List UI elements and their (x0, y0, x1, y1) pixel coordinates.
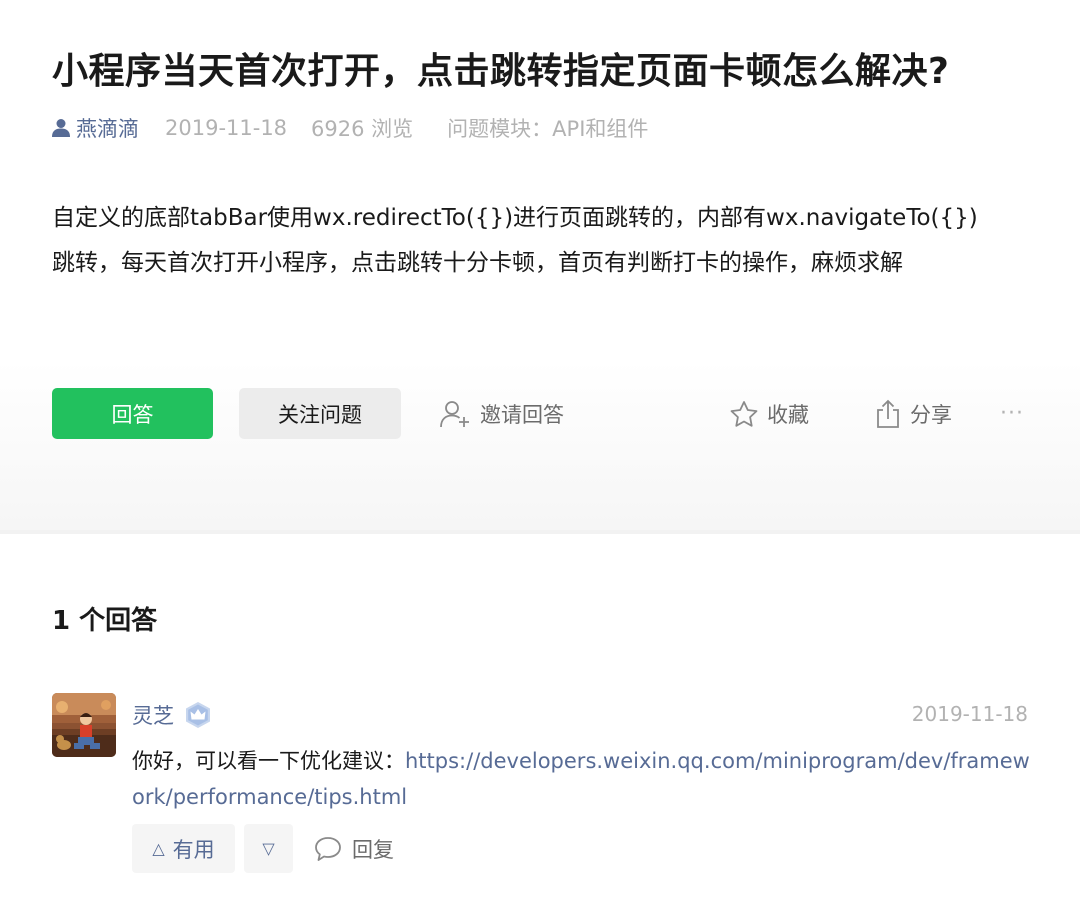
comment-icon (315, 836, 341, 861)
useful-label: 有用 (172, 837, 215, 862)
invite-user-icon (440, 400, 469, 427)
question-section: 小程序当天首次打开，点击跳转指定页面卡顿怎么解决? 燕滴滴 2019-11-18… (0, 0, 1080, 530)
answerer-name-row: 灵芝 (132, 700, 212, 730)
invite-answer-label: 邀请回答 (480, 402, 564, 427)
answer-actions: △ 有用 ▽ 回复 (132, 824, 632, 874)
share-button[interactable]: 分享 (874, 388, 952, 439)
question-body: 自定义的底部tabBar使用wx.redirectTo({})进行页面跳转的，内… (52, 196, 1042, 286)
view-count: 6926 浏览 (311, 117, 414, 141)
useful-button[interactable]: △ 有用 (132, 824, 235, 873)
share-icon (877, 399, 899, 428)
more-options-icon[interactable]: ··· (1000, 388, 1024, 439)
triangle-down-icon: ▽ (262, 839, 275, 858)
answers-count-heading: 1 个回答 (52, 606, 158, 636)
answer-date: 2019-11-18 (911, 702, 1028, 726)
star-icon (730, 400, 758, 427)
crown-badge-icon (186, 702, 210, 728)
answerer-name[interactable]: 灵芝 (132, 700, 174, 730)
question-body-line: 自定义的底部tabBar使用wx.redirectTo({})进行页面跳转的，内… (52, 205, 978, 231)
question-date: 2019-11-18 (165, 116, 288, 140)
favorite-label: 收藏 (767, 402, 809, 427)
avatar[interactable] (52, 693, 116, 757)
reply-label: 回复 (352, 837, 394, 862)
answer-text: 你好，可以看一下优化建议： (132, 749, 405, 773)
triangle-up-icon: △ (152, 839, 165, 858)
share-label: 分享 (910, 402, 952, 427)
page-title: 小程序当天首次打开，点击跳转指定页面卡顿怎么解决? (52, 51, 950, 92)
user-icon (52, 119, 70, 137)
author-link[interactable]: 燕滴滴 (52, 113, 139, 143)
invite-answer-button[interactable]: 邀请回答 (440, 388, 564, 439)
module-label: 问题模块： (447, 117, 553, 141)
reply-button[interactable]: 回复 (314, 824, 394, 873)
author-name: 燕滴滴 (76, 117, 139, 141)
question-body-line: 跳转，每天首次打开小程序，点击跳转十分卡顿，首页有判断打卡的操作，麻烦求解 (52, 250, 903, 276)
answer-button[interactable]: 回答 (52, 388, 213, 439)
not-useful-button[interactable]: ▽ (244, 824, 293, 873)
section-divider (0, 530, 1080, 534)
question-actions: 回答 关注问题 邀请回答 收藏 分享 ··· (52, 388, 1032, 440)
answer-content: 你好，可以看一下优化建议：https://developers.weixin.q… (132, 743, 1032, 815)
follow-question-button[interactable]: 关注问题 (239, 388, 401, 439)
question-meta: 燕滴滴 2019-11-18 6926 浏览 问题模块： API和组件 (52, 114, 648, 142)
module-link[interactable]: API和组件 (552, 113, 648, 143)
favorite-button[interactable]: 收藏 (729, 388, 809, 439)
